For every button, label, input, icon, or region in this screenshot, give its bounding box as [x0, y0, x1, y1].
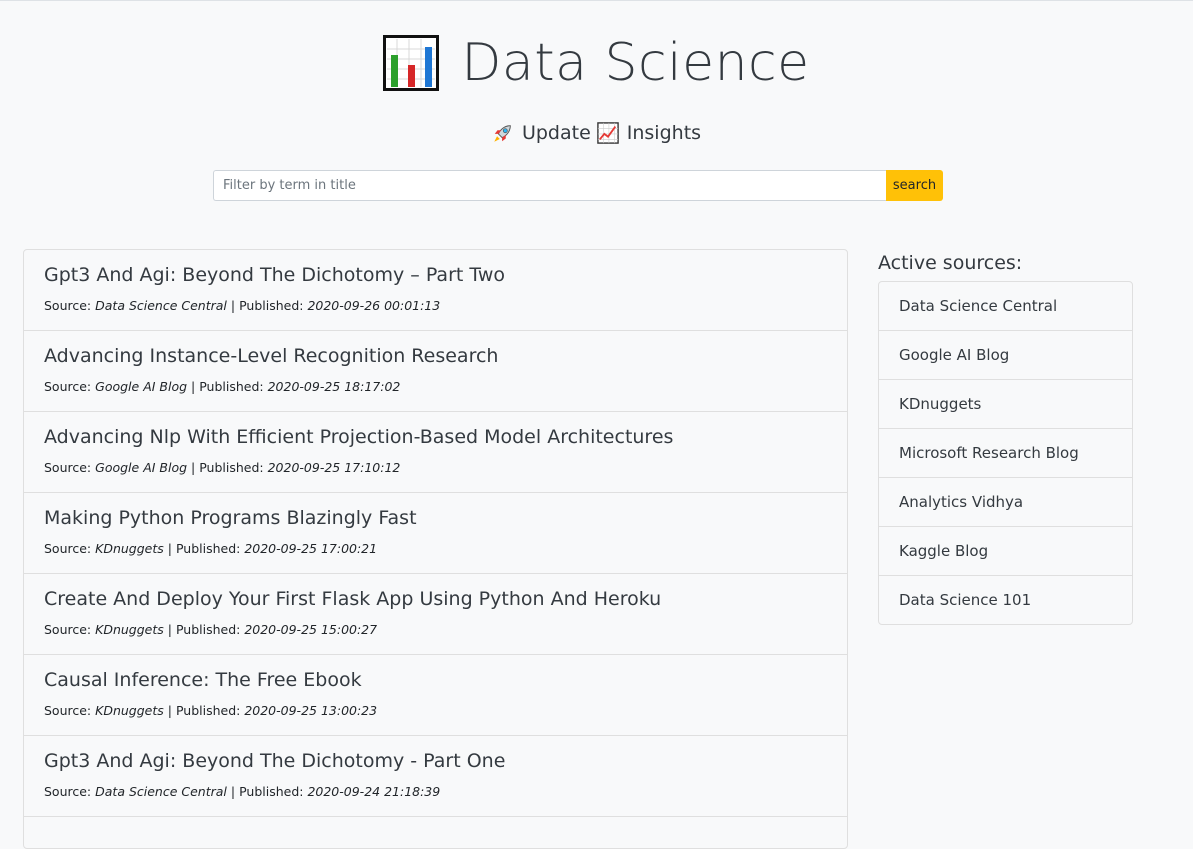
article-title[interactable]: Create And Deploy Your First Flask App U…: [44, 588, 827, 610]
published-label: | Published:: [230, 784, 304, 799]
article-item: Advancing Nlp With Efficient Projection-…: [24, 412, 847, 493]
article-source: Data Science Central: [95, 784, 227, 799]
article-item: Gpt3 And Agi: Beyond The Dichotomy – Par…: [24, 250, 847, 331]
published-label: | Published:: [167, 703, 241, 718]
article-item: Gpt3 And Agi: Beyond The Dichotomy - Par…: [24, 736, 847, 817]
source-item[interactable]: Analytics Vidhya: [879, 478, 1132, 527]
article-title[interactable]: Gpt3 And Agi: Beyond The Dichotomy - Par…: [44, 750, 827, 772]
source-label: Source:: [44, 703, 92, 718]
article-date: 2020-09-25 13:00:23: [244, 703, 378, 718]
article-source: KDnuggets: [95, 622, 164, 637]
source-label: Source:: [44, 379, 92, 394]
sources-heading: Active sources:: [878, 252, 1023, 274]
source-label: Source:: [44, 784, 92, 799]
article-date: 2020-09-25 17:10:12: [267, 460, 401, 475]
page-header: Data Science: [0, 30, 1193, 96]
source-label: Source:: [44, 460, 92, 475]
source-label: Source:: [44, 298, 92, 313]
article-title[interactable]: Gpt3 And Agi: Beyond The Dichotomy – Par…: [44, 264, 827, 286]
published-label: | Published:: [191, 379, 264, 394]
chart-increasing-icon: [596, 122, 619, 144]
source-item[interactable]: Google AI Blog: [879, 331, 1132, 380]
article-title[interactable]: Advancing Instance-Level Recognition Res…: [44, 345, 827, 367]
article-meta: Source: Google AI Blog | Published: 2020…: [44, 460, 827, 475]
page-title: Data Science: [461, 33, 810, 93]
article-meta: Source: KDnuggets | Published: 2020-09-2…: [44, 703, 827, 718]
article-source: KDnuggets: [95, 703, 164, 718]
article-source: Google AI Blog: [95, 460, 188, 475]
article-date: 2020-09-25 18:17:02: [267, 379, 401, 394]
source-item[interactable]: Data Science 101: [879, 576, 1132, 624]
rocket-icon: [494, 125, 511, 142]
source-item[interactable]: KDnuggets: [879, 380, 1132, 429]
article-source: Data Science Central: [95, 298, 227, 313]
top-border: [0, 0, 1193, 1]
article-item: Advancing Instance-Level Recognition Res…: [24, 331, 847, 412]
article-title[interactable]: Causal Inference: The Free Ebook: [44, 669, 827, 691]
article-item: Create And Deploy Your First Flask App U…: [24, 574, 847, 655]
search-button[interactable]: search: [886, 170, 943, 201]
source-label: Source:: [44, 541, 92, 556]
published-label: | Published:: [167, 622, 241, 637]
article-source: Google AI Blog: [95, 379, 188, 394]
source-item[interactable]: Microsoft Research Blog: [879, 429, 1132, 478]
update-label: Update: [521, 122, 591, 144]
source-item[interactable]: Kaggle Blog: [879, 527, 1132, 576]
insights-label: Insights: [626, 122, 702, 144]
article-date: 2020-09-26 00:01:13: [307, 298, 441, 313]
article-date: 2020-09-25 17:00:21: [244, 541, 378, 556]
article-meta: Source: KDnuggets | Published: 2020-09-2…: [44, 541, 827, 556]
article-meta: Source: Data Science Central | Published…: [44, 784, 827, 799]
update-link[interactable]: Update: [492, 122, 591, 144]
article-meta: Source: Data Science Central | Published…: [44, 298, 827, 313]
article-item: Causal Inference: The Free Ebook Source: …: [24, 655, 847, 736]
bar-chart-icon: [383, 35, 440, 91]
search-input[interactable]: [213, 170, 886, 201]
published-label: | Published:: [167, 541, 241, 556]
article-list: Gpt3 And Agi: Beyond The Dichotomy – Par…: [23, 249, 848, 849]
article-date: 2020-09-25 15:00:27: [244, 622, 378, 637]
source-label: Source:: [44, 622, 92, 637]
article-meta: Source: Google AI Blog | Published: 2020…: [44, 379, 827, 394]
insights-link[interactable]: Insights: [596, 122, 702, 144]
source-list: Data Science Central Google AI Blog KDnugg…: [878, 281, 1133, 625]
nav-links: Update Insights: [0, 118, 1193, 148]
article-title[interactable]: Making Python Programs Blazingly Fast: [44, 507, 827, 529]
source-item[interactable]: Data Science Central: [879, 282, 1132, 331]
published-label: | Published:: [230, 298, 304, 313]
article-meta: Source: KDnuggets | Published: 2020-09-2…: [44, 622, 827, 637]
article-title[interactable]: Advancing Nlp With Efficient Projection-…: [44, 426, 827, 448]
article-date: 2020-09-24 21:18:39: [307, 784, 441, 799]
article-item: Making Python Programs Blazingly Fast Sou…: [24, 493, 847, 574]
search-bar: search: [213, 170, 943, 201]
article-source: KDnuggets: [95, 541, 164, 556]
published-label: | Published:: [191, 460, 264, 475]
